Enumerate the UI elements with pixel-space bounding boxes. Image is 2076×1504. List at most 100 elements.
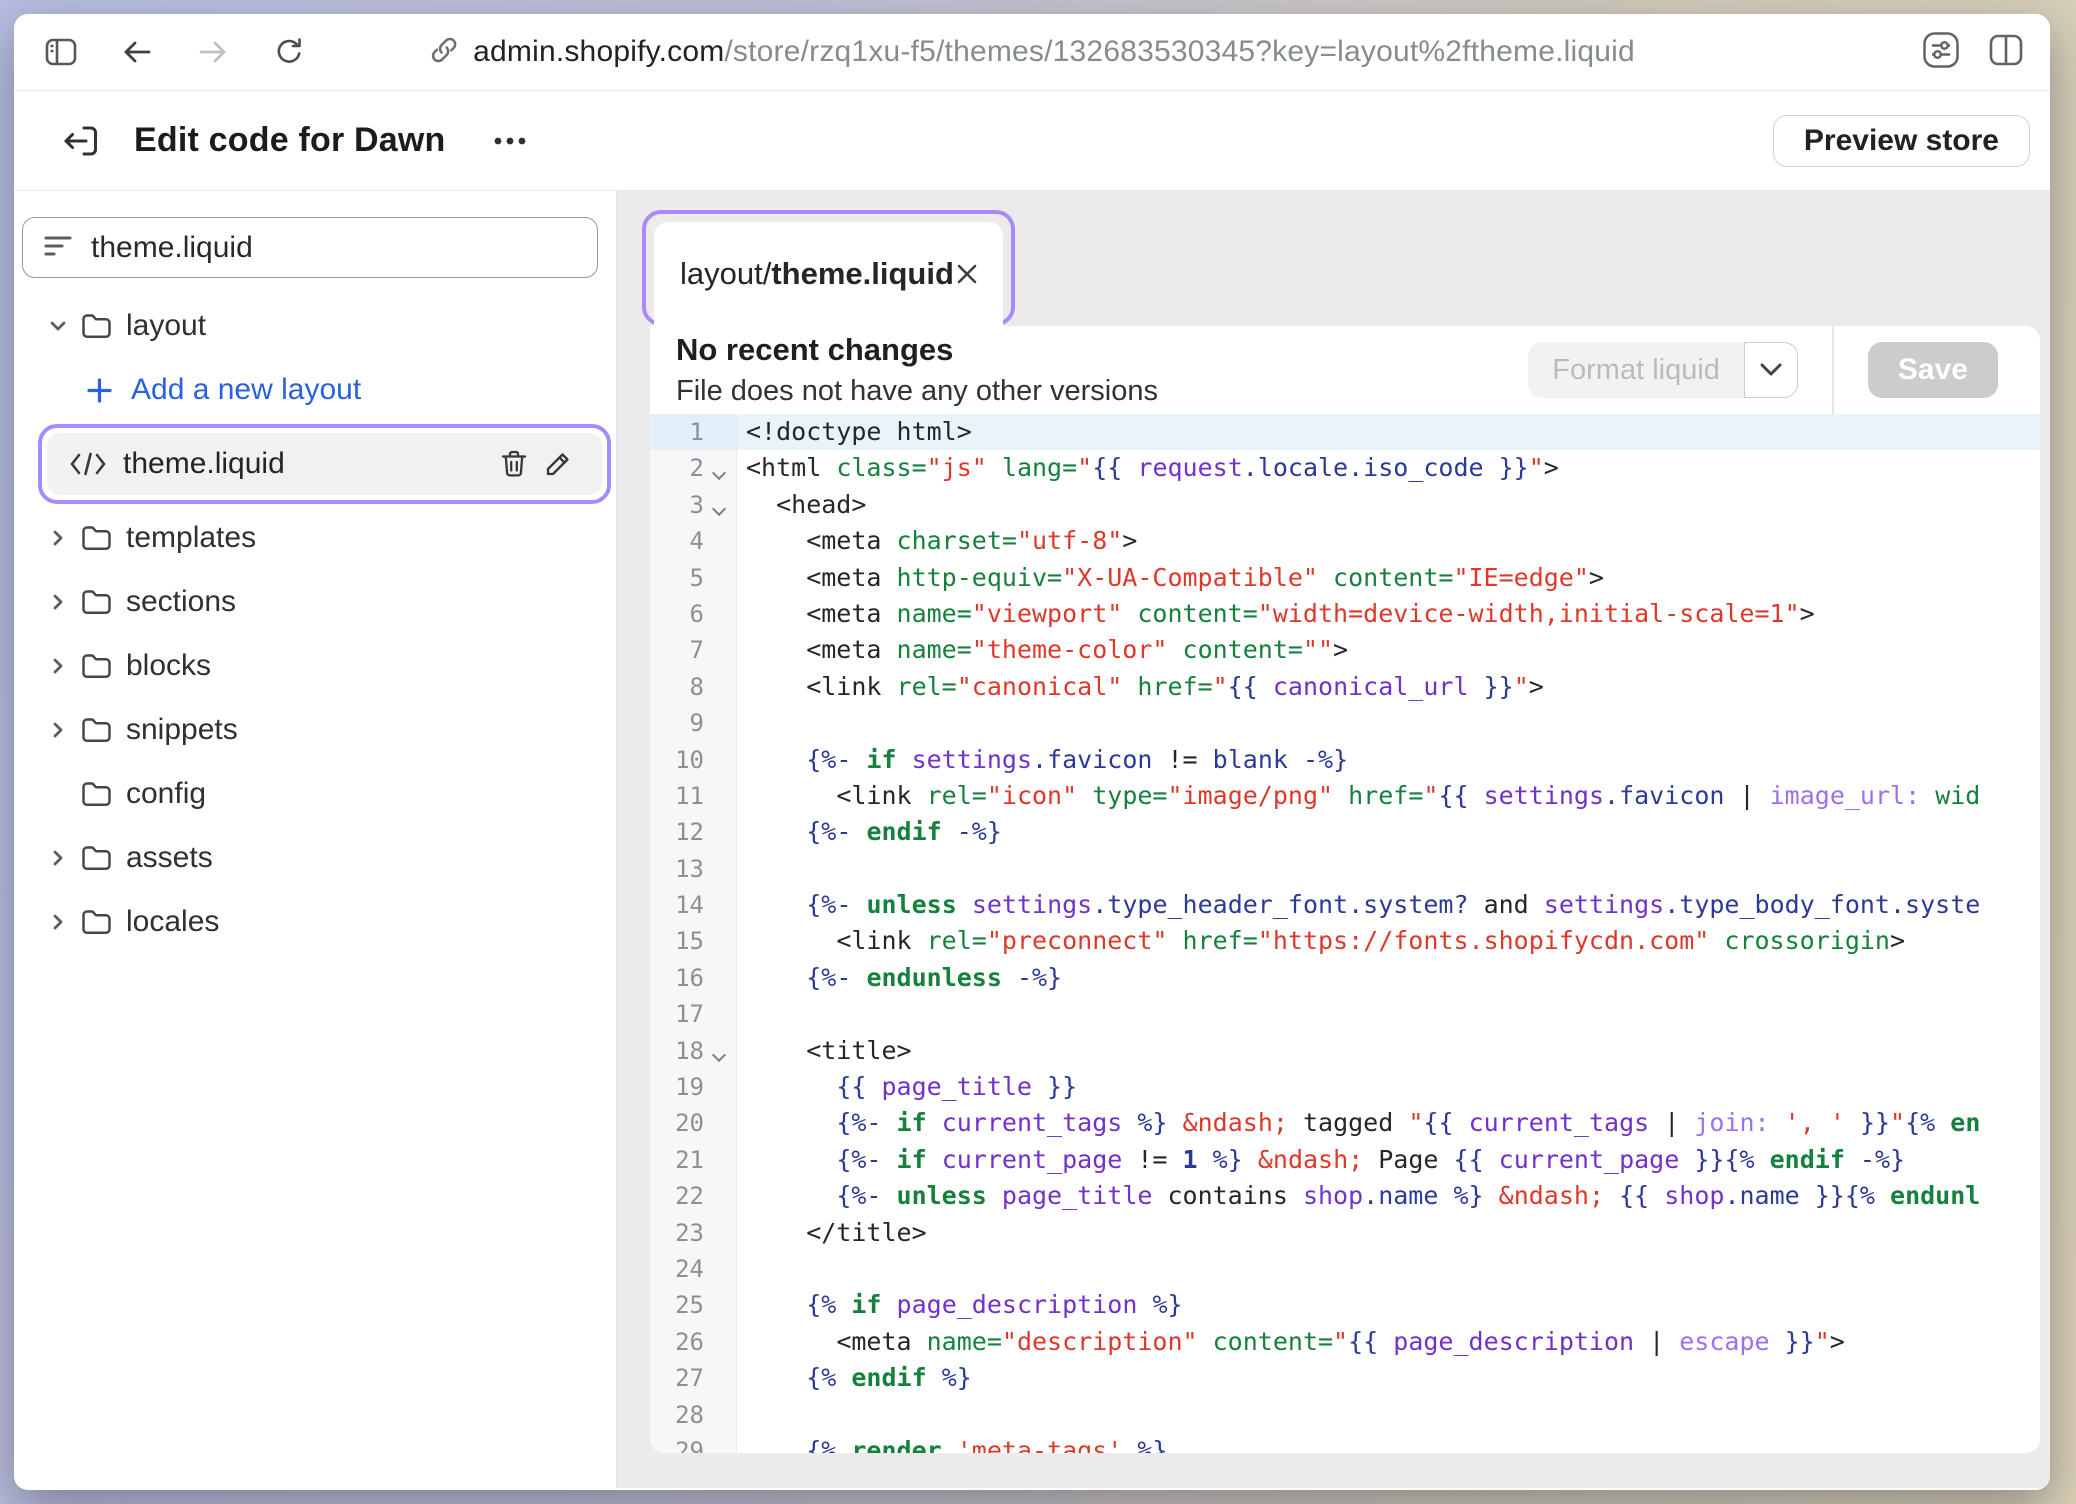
line-number-14: 14 [650,887,737,923]
sidebar-folder-blocks[interactable]: blocks [14,634,616,698]
sidebar-folder-snippets[interactable]: snippets [14,698,616,762]
delete-file-button[interactable] [492,442,536,486]
folder-icon [80,779,113,809]
tab-label: layout/theme.liquid [680,256,954,292]
chevron-down-icon [1760,363,1782,377]
forward-icon[interactable] [196,35,230,69]
code-line-text: {% render 'meta-tags' %} [737,1433,1167,1453]
code-line-9[interactable]: 9 [650,705,2040,741]
line-number-21: 21 [650,1142,737,1178]
file-item-theme-liquid[interactable]: theme.liquid [47,433,602,495]
code-line-6[interactable]: 6 <meta name="viewport" content="width=d… [650,596,2040,632]
sidebar-folder-sections[interactable]: sections [14,570,616,634]
sidebar-folder-locales[interactable]: locales [14,890,616,954]
line-number-10: 10 [650,742,737,778]
folder-label: snippets [126,713,238,747]
code-line-text: {% if page_description %} [737,1287,1183,1323]
tab-strip: layout/theme.liquid [617,191,2050,326]
code-line-text: {%- unless page_title contains shop.name… [737,1178,1980,1214]
code-line-25[interactable]: 25 {% if page_description %} [650,1287,2040,1323]
folder-icon [80,651,113,681]
code-line-text: {%- unless settings.type_header_font.sys… [737,887,1980,923]
file-sidebar: theme.liquid layout Add a new layout them… [14,191,617,1488]
code-line-22[interactable]: 22 {%- unless page_title contains shop.n… [650,1178,2040,1214]
code-line-19[interactable]: 19 {{ page_title }} [650,1069,2040,1105]
chevron-right-icon [48,528,68,548]
code-line-15[interactable]: 15 <link rel="preconnect" href="https://… [650,923,2040,959]
file-filter-input[interactable]: theme.liquid [22,217,598,278]
sidebar-folder-config[interactable]: config [14,762,616,826]
selected-file-ring: theme.liquid [38,424,611,504]
back-icon[interactable] [120,35,154,69]
fold-toggle-icon[interactable] [712,502,726,516]
folder-icon [80,843,113,873]
code-line-21[interactable]: 21 {%- if current_page != 1 %} &ndash; P… [650,1142,2040,1178]
code-line-7[interactable]: 7 <meta name="theme-color" content=""> [650,632,2040,668]
file-tree: layout Add a new layout theme.liquid temp… [14,294,616,954]
code-line-5[interactable]: 5 <meta http-equiv="X-UA-Compatible" con… [650,560,2040,596]
folder-icon [80,587,113,617]
chevron-right-icon [48,656,68,676]
code-line-26[interactable]: 26 <meta name="description" content="{{ … [650,1324,2040,1360]
code-line-text: <link rel="icon" type="image/png" href="… [737,778,1980,814]
refresh-icon[interactable] [272,35,306,69]
code-line-20[interactable]: 20 {%- if current_tags %} &ndash; tagged… [650,1105,2040,1141]
more-actions-icon[interactable] [484,127,536,155]
chevron-right-icon [48,720,68,740]
code-line-text: <meta name="theme-color" content=""> [737,632,1348,668]
code-line-18[interactable]: 18 <title> [650,1033,2040,1069]
code-line-4[interactable]: 4 <meta charset="utf-8"> [650,523,2040,559]
rename-file-button[interactable] [536,442,580,486]
sidebar-folder-layout[interactable]: layout [14,294,616,358]
file-item-label: theme.liquid [123,447,285,481]
code-line-text: <meta charset="utf-8"> [737,523,1137,559]
code-line-text: {{ page_title }} [737,1069,1077,1105]
rename-icon [542,448,574,480]
code-line-27[interactable]: 27 {% endif %} [650,1360,2040,1396]
tune-icon[interactable] [1922,31,1960,74]
code-line-3[interactable]: 3 <head> [650,487,2040,523]
code-line-24[interactable]: 24 [650,1251,2040,1287]
code-line-text: {%- if current_page != 1 %} &ndash; Page… [737,1142,1905,1178]
format-liquid-button[interactable]: Format liquid [1528,342,1744,398]
add-layout-label: Add a new layout [131,373,361,407]
version-status: No recent changes File does not have any… [676,332,1158,408]
sidebar-toggle-icon[interactable] [44,35,78,69]
fold-toggle-icon[interactable] [712,466,726,480]
address-bar[interactable]: admin.shopify.com/store/rzq1xu-f5/themes… [429,14,1635,90]
code-line-17[interactable]: 17 [650,996,2040,1032]
line-number-16: 16 [650,960,737,996]
code-line-13[interactable]: 13 [650,851,2040,887]
code-line-16[interactable]: 16 {%- endunless -%} [650,960,2040,996]
code-line-28[interactable]: 28 [650,1397,2040,1433]
code-line-2[interactable]: 2<html class="js" lang="{{ request.local… [650,450,2040,486]
exit-editor-icon[interactable] [58,119,102,163]
code-line-14[interactable]: 14 {%- unless settings.type_header_font.… [650,887,2040,923]
sidebar-folder-assets[interactable]: assets [14,826,616,890]
code-line-29[interactable]: 29 {% render 'meta-tags' %} [650,1433,2040,1453]
code-line-8[interactable]: 8 <link rel="canonical" href="{{ canonic… [650,669,2040,705]
code-editor-card: No recent changes File does not have any… [650,326,2040,1453]
code-line-23[interactable]: 23 </title> [650,1215,2040,1251]
line-number-25: 25 [650,1287,737,1323]
code-line-text: <meta name="description" content="{{ pag… [737,1324,1845,1360]
format-liquid-dropdown[interactable] [1744,342,1798,398]
code-line-10[interactable]: 10 {%- if settings.favicon != blank -%} [650,742,2040,778]
plus-icon [86,377,113,404]
tab-close-icon[interactable] [954,254,980,294]
browser-toolbar: admin.shopify.com/store/rzq1xu-f5/themes… [14,14,2050,91]
sidebar-folder-templates[interactable]: templates [14,506,616,570]
line-number-4: 4 [650,523,737,559]
split-view-icon[interactable] [1988,33,2024,72]
code-editor[interactable]: 1<!doctype html>2<html class="js" lang="… [650,414,2040,1453]
preview-store-button[interactable]: Preview store [1773,115,2030,167]
save-button[interactable]: Save [1868,342,1998,398]
tab-theme-liquid[interactable]: layout/theme.liquid [654,222,1003,326]
code-line-1[interactable]: 1<!doctype html> [650,414,2040,450]
fold-toggle-icon[interactable] [712,1048,726,1062]
line-number-12: 12 [650,814,737,850]
code-line-text [737,1397,746,1433]
add-new-layout-button[interactable]: Add a new layout [14,358,616,422]
code-line-12[interactable]: 12 {%- endif -%} [650,814,2040,850]
code-line-11[interactable]: 11 <link rel="icon" type="image/png" hre… [650,778,2040,814]
